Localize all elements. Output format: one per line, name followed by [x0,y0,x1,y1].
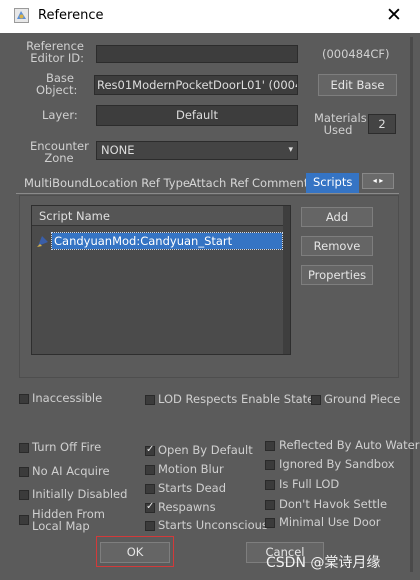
editor-id-input[interactable] [96,45,298,63]
inaccessible-label: Inaccessible [32,391,103,405]
tab-attach-ref[interactable]: Attach Ref [189,175,249,193]
starts-unconscious-label: Starts Unconscious [158,518,268,532]
ignored-by-sandbox-label: Ignored By Sandbox [279,457,395,471]
script-list[interactable]: Script Name CandyuanMod:Candyuan_Start [31,205,291,355]
open-by-default-label: Open By Default [158,443,253,457]
close-icon[interactable]: ✕ [386,4,402,26]
inaccessible-checkbox[interactable] [19,394,29,404]
starts-unconscious-checkbox[interactable] [145,521,155,531]
window-title: Reference [38,8,104,23]
add-script-button[interactable]: Add [301,207,373,227]
encounter-zone-label: Encounter Zone [30,139,89,165]
tab-scroll-arrows[interactable]: ◂ ▸ [362,173,394,189]
initially-disabled-checkbox[interactable] [19,490,29,500]
dont-havok-settle-label: Don't Havok Settle [279,497,388,511]
watermark: CSDN @棠诗月缘 [266,555,381,571]
script-properties-button[interactable]: Properties [301,265,373,285]
lod-respects-enable-state-checkbox[interactable] [145,395,155,405]
tab-location-ref-type[interactable]: Location Ref Type [89,175,190,193]
materials-used-value: 2 [368,114,396,134]
hidden-from-local-map-checkbox[interactable] [19,515,29,525]
ignored-by-sandbox-checkbox[interactable] [265,460,275,470]
app-icon [14,8,29,23]
ground-piece-label: Ground Piece [324,392,401,406]
base-object-input[interactable]: Res01ModernPocketDoorL01' (000484CE [94,75,298,95]
script-icon [37,236,48,247]
tab-divider [16,193,399,194]
lod-respects-enable-state-label: LOD Respects Enable State [158,392,315,406]
script-list-scrollbar[interactable] [283,206,290,354]
hidden-from-local-map-label: Hidden From Local Map [32,507,105,533]
minimal-use-door-label: Minimal Use Door [279,515,381,529]
tab-comments[interactable]: Comments [252,175,314,193]
materials-used-label: Materials Used [314,111,367,137]
is-full-lod-checkbox[interactable] [265,480,275,490]
encounter-zone-value: NONE [101,143,135,157]
no-ai-acquire-checkbox[interactable] [19,467,29,477]
layer-field[interactable]: Default [96,105,298,126]
reflected-by-auto-water-checkbox[interactable] [265,441,275,451]
chevron-down-icon: ▾ [288,145,293,155]
initially-disabled-label: Initially Disabled [32,487,128,501]
editor-id-label: Reference Editor ID: [26,39,84,65]
is-full-lod-label: Is Full LOD [279,477,340,491]
turn-off-fire-label: Turn Off Fire [32,440,102,454]
base-object-label: Base Object: [36,71,78,97]
title-bar: Reference ✕ [0,0,420,33]
form-id-value: (000484CF) [322,47,390,61]
no-ai-acquire-label: No AI Acquire [32,464,110,478]
open-by-default-checkbox[interactable] [145,444,155,456]
window-edge [410,37,413,572]
tab-scripts[interactable]: Scripts [306,173,360,193]
turn-off-fire-checkbox[interactable] [19,443,29,453]
edit-base-button[interactable]: Edit Base [318,74,397,96]
remove-script-button[interactable]: Remove [301,236,373,256]
ok-button[interactable]: OK [100,542,170,563]
ground-piece-checkbox[interactable] [311,395,321,405]
starts-dead-label: Starts Dead [158,481,227,495]
script-name-column-header[interactable]: Script Name [32,206,284,226]
respawns-checkbox[interactable] [145,501,155,513]
script-row[interactable]: CandyuanMod:Candyuan_Start [51,232,283,250]
encounter-zone-select[interactable]: NONE ▾ [96,141,298,160]
starts-dead-checkbox[interactable] [145,484,155,494]
motion-blur-checkbox[interactable] [145,465,155,475]
reflected-by-auto-water-label: Reflected By Auto Water [279,438,420,452]
motion-blur-label: Motion Blur [158,462,224,476]
respawns-label: Respawns [158,500,216,514]
tab-multibound[interactable]: MultiBound [24,175,89,193]
minimal-use-door-checkbox[interactable] [265,518,275,528]
layer-label: Layer: [42,108,78,122]
dont-havok-settle-checkbox[interactable] [265,500,275,510]
